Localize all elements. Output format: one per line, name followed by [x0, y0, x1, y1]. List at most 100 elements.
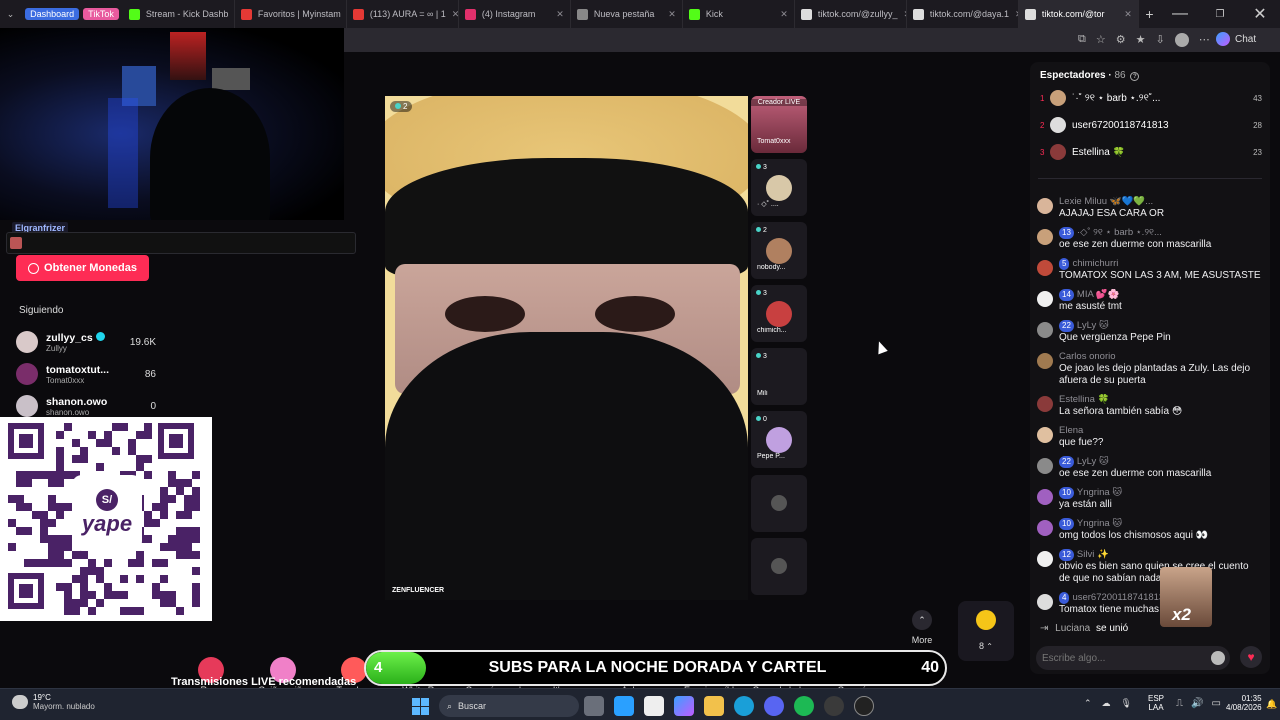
chat-message[interactable]: 14 MIA 💕🌸 me asusté tmt — [1037, 289, 1265, 313]
notes-app-icon[interactable] — [614, 696, 634, 716]
tab-favicon-icon — [352, 8, 364, 20]
cloud-tray-icon[interactable]: ☁ — [1102, 698, 1111, 709]
qr-module — [32, 471, 40, 479]
maximize-button[interactable]: ❐ — [1200, 0, 1240, 28]
chat-message[interactable]: 22 LyLy 🐱 oe ese zen duerme con mascarilla — [1037, 456, 1265, 480]
browser-tab[interactable]: Kick ✕ — [683, 0, 795, 28]
mic-tray-icon[interactable]: 🎙 — [1121, 698, 1132, 709]
emoji-icon[interactable] — [1211, 651, 1225, 665]
browser-tab[interactable]: Nueva pestaña ✕ — [571, 0, 683, 28]
browser-tab[interactable]: (4) Instagram ✕ — [459, 0, 571, 28]
chat-message[interactable]: 4 user67200118741813 Tomatox tiene muchas … — [1037, 592, 1265, 616]
downloads-icon[interactable]: ⇩ — [1155, 33, 1164, 47]
store-app-icon[interactable] — [644, 696, 664, 716]
taskbar-search[interactable]: ⌕ Buscar — [439, 695, 579, 717]
coin-icon — [28, 262, 40, 274]
following-item[interactable]: zullyy_cs Zullyy 19.6K — [16, 328, 156, 356]
chat-text-continued: afuera de su puerta — [1059, 375, 1146, 386]
like-heart-button[interactable]: ♥ — [1240, 646, 1262, 668]
top-viewer-row[interactable]: 1 ˙·˚ ୨୧ ⋆ barb ⋆.୨୧˚... 43 — [1040, 88, 1262, 108]
qr-module — [64, 583, 72, 591]
chat-input[interactable] — [1042, 649, 1202, 667]
qr-module — [8, 495, 16, 503]
guest-tile[interactable]: Creador LIVE Tomat0xxx — [751, 96, 807, 153]
empty-guest-slot[interactable] — [751, 475, 807, 532]
profile-avatar[interactable] — [1174, 33, 1189, 47]
close-tab-icon[interactable]: ✕ — [774, 9, 788, 20]
obs-app-icon[interactable] — [854, 696, 874, 716]
chat-message[interactable]: Estellina 🍀 La señora también sabía 😳 — [1037, 394, 1265, 418]
close-tab-icon[interactable]: ✕ — [1009, 9, 1018, 20]
copilot-chat-button[interactable]: Chat — [1216, 32, 1256, 46]
top-viewer-row[interactable]: 3 Estellina 🍀 23 — [1040, 142, 1262, 162]
chat-message[interactable]: 22 LyLy 🐱 Que vergüenza Pepe Pin — [1037, 320, 1265, 344]
chat-message[interactable]: 5 chimichurri TOMATOX SON LAS 3 AM, ME ASU… — [1037, 258, 1265, 282]
copilot-app-icon[interactable] — [674, 696, 694, 716]
guest-tile[interactable]: 2 nobody... — [751, 222, 807, 279]
chat-message[interactable]: Carlos onorio Oe joao les dejo plantadas … — [1037, 351, 1265, 387]
guest-tile[interactable]: 3 · ◇˚ .... — [751, 159, 807, 216]
viewer-badge: 2 — [390, 101, 413, 112]
coin-balance-button[interactable]: 8 ⌃ — [958, 601, 1014, 661]
browser-tab[interactable]: tiktok.com/@zullyy_✕ — [795, 0, 907, 28]
chat-message[interactable]: 12 Silvi ✨ obvio es bien sano quien se cre… — [1037, 549, 1265, 585]
following-item[interactable]: tomatoxtut... Tomat0xxx 86 — [16, 360, 156, 388]
close-tab-icon[interactable]: ✕ — [898, 9, 906, 20]
browser-tab[interactable]: tiktok.com/@tor ✕ — [1018, 0, 1139, 28]
top-viewer-row[interactable]: 2 user67200118741813 28 — [1040, 115, 1262, 135]
qr-module — [40, 519, 48, 527]
get-coins-button[interactable]: Obtener Monedas — [16, 255, 149, 281]
language-indicator[interactable]: ESP LAA — [1148, 694, 1164, 712]
chat-message[interactable]: 10 Yngrina 🐱 ya están alli — [1037, 487, 1265, 511]
tab-list-button[interactable]: ⌄ — [0, 0, 21, 28]
guest-tile[interactable]: 3 Mili — [751, 348, 807, 405]
following-item[interactable]: shanon.owo shanon.owo 0 — [16, 392, 156, 420]
chat-message[interactable]: 10 Yngrina 🐱 omg todos los chismosos aqui … — [1037, 518, 1265, 542]
edge-browser-icon[interactable] — [734, 696, 754, 716]
browser-tab[interactable]: tiktok.com/@daya.1✕ — [907, 0, 1019, 28]
empty-guest-slot[interactable] — [751, 538, 807, 595]
guest-tile[interactable]: 0 Pepe P... — [751, 411, 807, 468]
browser-tab[interactable]: Favoritos | Myinstam✕ — [235, 0, 347, 28]
video-eye-right — [595, 296, 675, 332]
tab-group-tiktok[interactable]: TikTok — [83, 8, 119, 20]
clock[interactable]: 01:35 4/08/2026 — [1226, 694, 1262, 712]
more-gifts-button[interactable]: ⌃ More — [900, 610, 944, 645]
close-tab-icon[interactable]: ✕ — [1118, 9, 1132, 20]
browser-tab[interactable]: (113) AURA = ∞ | 1 ✕ — [347, 0, 459, 28]
favorite-star-icon[interactable]: ☆ — [1096, 33, 1106, 47]
more-menu-icon[interactable]: ⋯ — [1199, 33, 1210, 47]
discord-app-icon[interactable] — [764, 696, 784, 716]
extensions-icon[interactable]: ⚙ — [1116, 33, 1126, 47]
favorites-icon[interactable]: ★ — [1136, 33, 1146, 47]
task-view-icon[interactable] — [584, 696, 604, 716]
close-tab-icon[interactable]: ✕ — [662, 9, 676, 20]
xbox-app-icon[interactable] — [824, 696, 844, 716]
network-icon[interactable]: ⎍ — [1176, 698, 1183, 709]
battery-icon[interactable]: ▭ — [1211, 698, 1220, 709]
guest-score: 0 — [756, 416, 767, 423]
minimize-button[interactable]: — — [1160, 0, 1200, 28]
browser-tab[interactable]: Stream - Kick Dashb✕ — [123, 0, 235, 28]
qr-module — [136, 575, 144, 583]
tray-chevron-icon[interactable]: ⌃ — [1084, 698, 1092, 709]
volume-icon[interactable]: 🔊 — [1191, 698, 1203, 709]
chat-message[interactable]: 13 ·◇˚ ୨୧ ⋆ barb ⋆.୨୧... oe ese zen duerme… — [1037, 227, 1265, 251]
file-explorer-icon[interactable] — [704, 696, 724, 716]
qr-module — [80, 575, 88, 583]
open-in-app-icon[interactable]: ⧉ — [1078, 33, 1086, 47]
close-window-button[interactable]: ✕ — [1240, 0, 1280, 28]
guest-tile[interactable]: 3 chimich... — [751, 285, 807, 342]
weather-widget[interactable]: 19°C Mayorm. nublado — [12, 693, 95, 711]
windows-start-icon[interactable] — [412, 697, 429, 715]
new-tab-button[interactable]: + — [1139, 6, 1160, 22]
close-tab-icon[interactable]: ✕ — [550, 9, 564, 20]
notification-bell-icon[interactable]: 🔔 — [1266, 699, 1277, 710]
info-icon[interactable]: ? — [1130, 72, 1140, 81]
live-video-player[interactable]: 2 ZENFLUENCER — [385, 96, 748, 600]
chat-message[interactable]: Lexie Miluu 🦋💙💚... AJAJAJ ESA CARA OR — [1037, 196, 1265, 220]
tab-group-dashboard[interactable]: Dashboard — [25, 8, 80, 20]
close-tab-icon[interactable]: ✕ — [446, 9, 458, 20]
spotify-app-icon[interactable] — [794, 696, 814, 716]
chat-message[interactable]: Elena que fue?? — [1037, 425, 1265, 449]
